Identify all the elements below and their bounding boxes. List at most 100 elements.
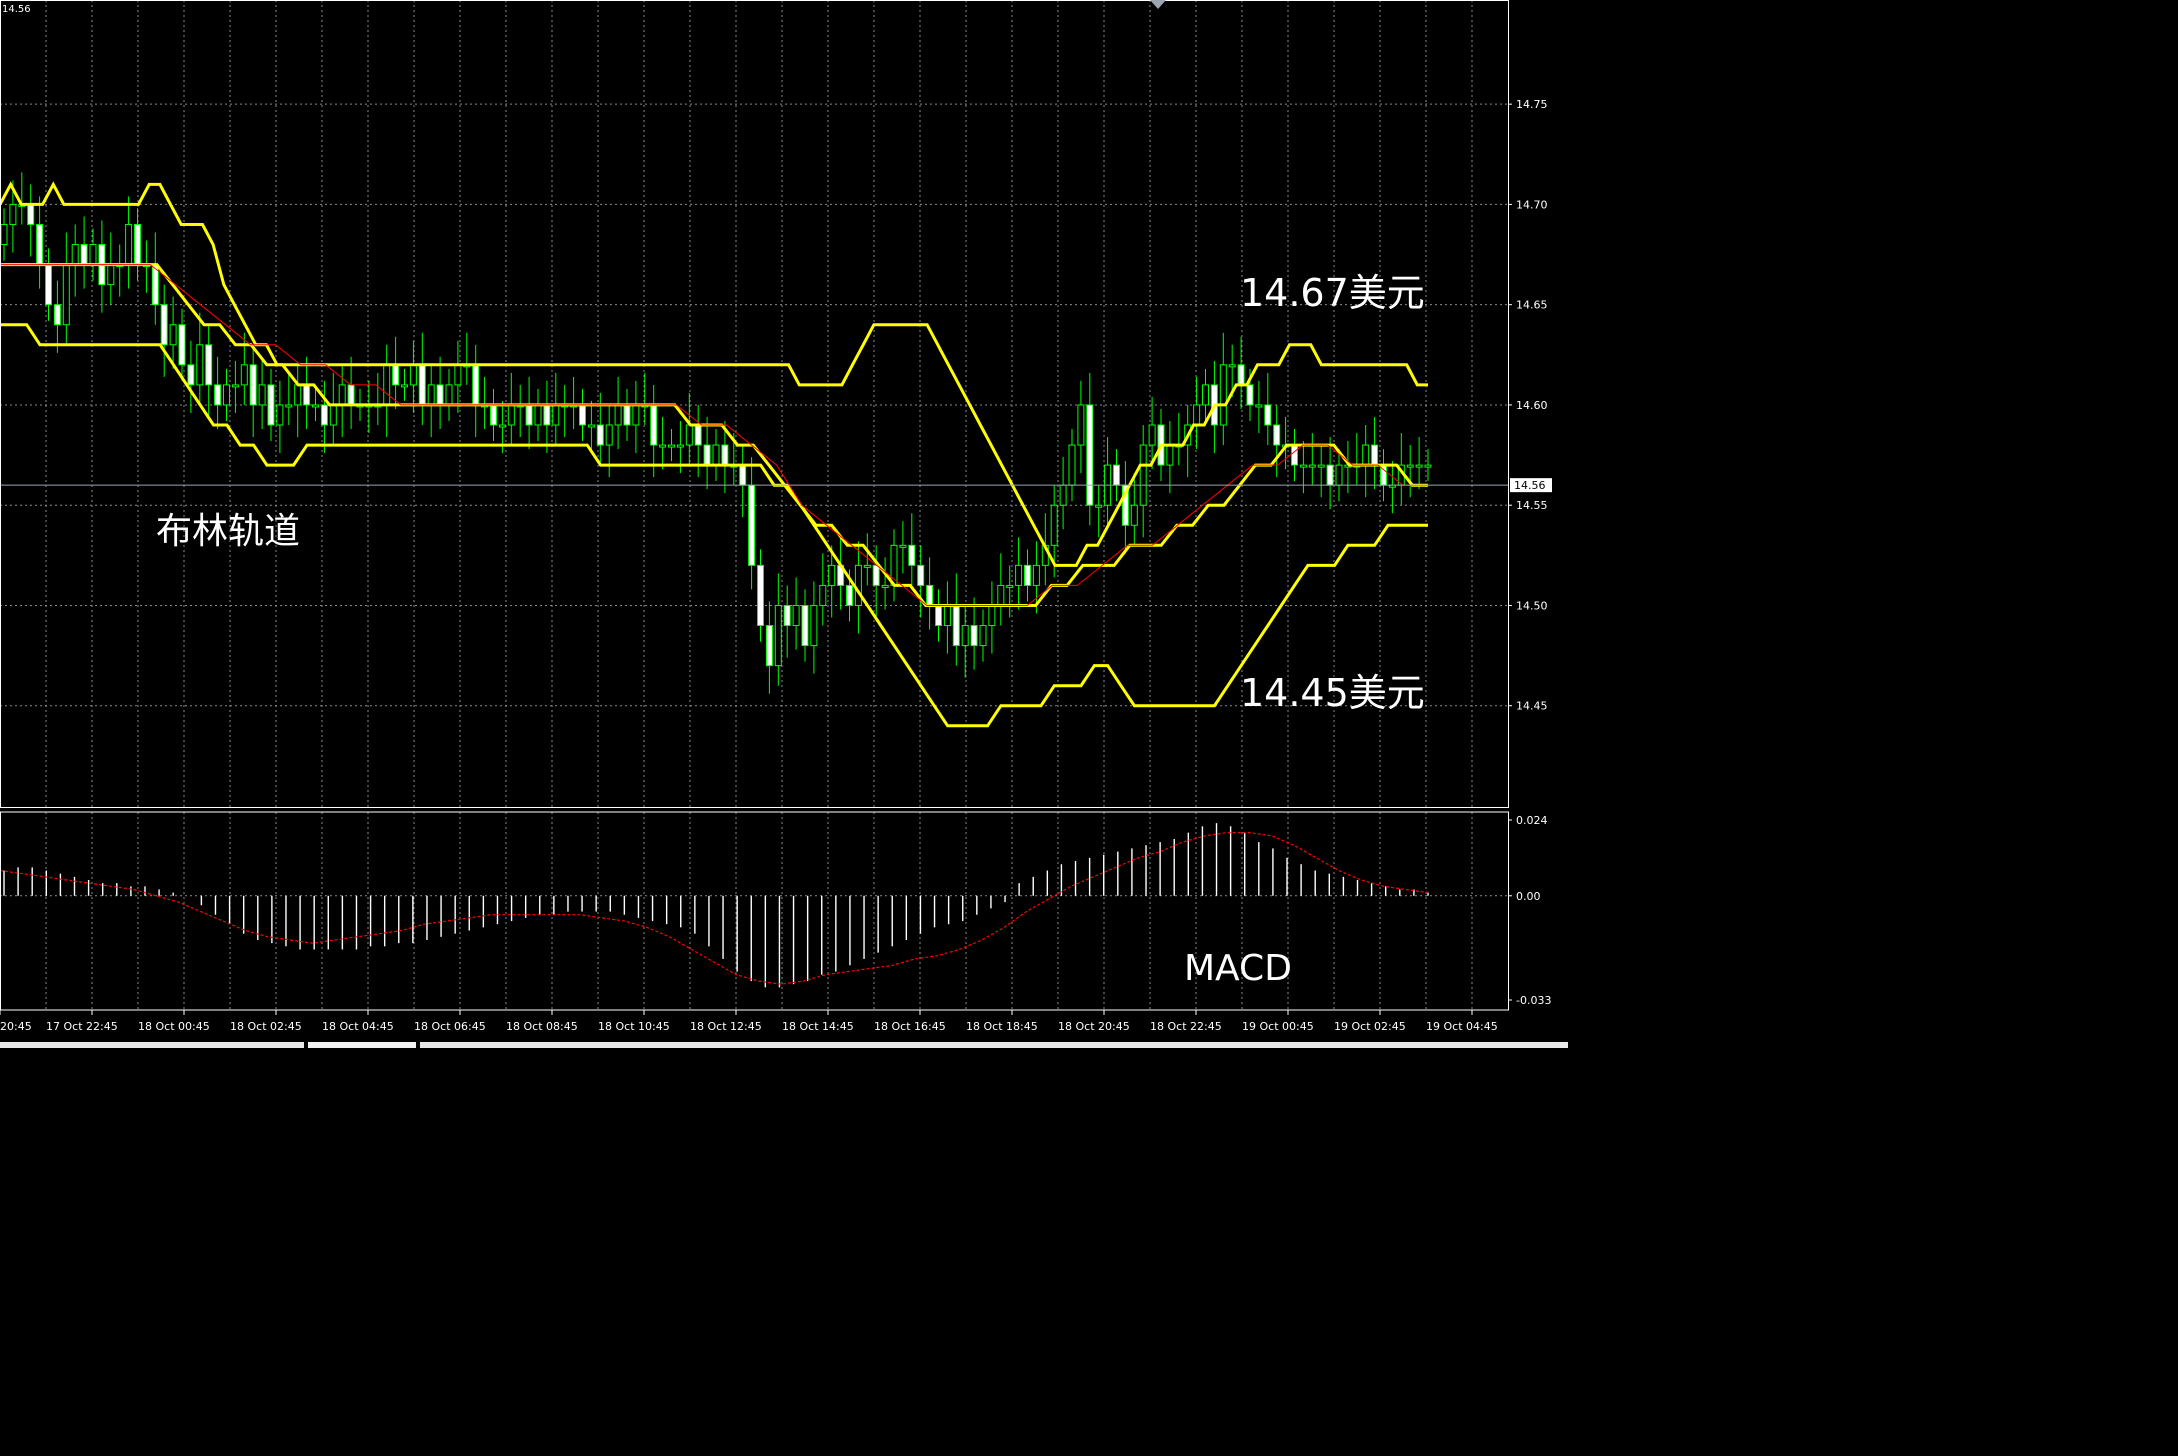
candle-body [294,384,302,406]
current-price-tag-label: 14.56 [1514,479,1546,492]
candle-body [650,404,658,446]
bottom-scrollbar[interactable] [0,1042,1568,1048]
candle-body [401,384,408,388]
candle-body [917,564,925,586]
candle-body [9,203,17,225]
scrollbar-thumb[interactable] [308,1042,416,1048]
candle-body [605,424,613,446]
candle-body [347,384,355,406]
candle-body [1086,404,1094,506]
candle-body [783,604,791,627]
candle-body [1255,404,1263,408]
candle-body [1139,444,1147,506]
candle-body [1237,364,1245,386]
macd-tick-label: 0.00 [1516,890,1541,903]
candle-body [596,424,604,446]
candle-body [854,564,862,606]
candle-body [338,384,346,406]
lower-band-annotation: 14.45美元 [1240,671,1425,715]
candle-body [1326,464,1334,486]
candle-body [409,364,417,386]
candle-body [303,384,311,406]
candle-body [623,404,631,426]
candle-body [1264,404,1272,426]
candle-body [436,384,444,406]
candle-body [1308,464,1316,468]
candle-body [739,464,747,486]
candle-body [1068,444,1076,486]
candle-body [445,384,453,406]
candle-body [1415,464,1423,468]
candle-body [45,264,52,306]
candle-body [80,244,88,266]
candle-body [935,604,942,627]
candle-body [231,384,239,388]
candle-body [205,344,213,386]
candle-body [1371,444,1379,466]
time-tick-label: 18 Oct 18:45 [966,1020,1038,1033]
price-tick-label: 14.65 [1516,299,1548,312]
candle-body [1291,444,1298,466]
candle-body [712,444,720,466]
candle-body [240,364,248,386]
candle-body [926,584,934,606]
time-tick-label: 19 Oct 02:45 [1334,1020,1406,1033]
time-tick-label: 18 Oct 10:45 [598,1020,670,1033]
candle-body [89,244,97,266]
price-tick-label: 14.70 [1516,198,1548,211]
candle-body [525,404,533,426]
candle-body [1219,364,1227,426]
candle-body [997,584,1005,606]
candle-body [134,223,141,266]
candle-body [498,424,506,428]
candle-body [774,604,782,667]
candle-body [1148,424,1156,446]
candle-body [1317,464,1325,468]
candle-body [1166,444,1174,466]
candle-body [285,404,293,408]
time-tick-label: 18 Oct 22:45 [1150,1020,1222,1033]
time-tick-label: 17 Oct 22:45 [46,1020,118,1033]
candle-body [454,364,462,386]
candle-body [1015,564,1023,586]
candle-body [801,604,809,647]
candle-body [418,364,426,406]
candle-body [1193,404,1201,426]
scrollbar-track-right[interactable] [420,1042,1568,1048]
candle-body [187,364,195,386]
candle-body [810,604,818,647]
candle-body [1299,464,1307,468]
time-tick-label: 18 Oct 00:45 [138,1020,210,1033]
price-tick-label: 14.50 [1516,599,1548,612]
candle-body [27,203,35,225]
candle-body [881,584,889,588]
time-tick-label: 19 Oct 04:45 [1426,1020,1498,1033]
price-tick-label: 14.60 [1516,399,1548,412]
candle-body [1006,584,1014,588]
macd-tick-label: 0.024 [1516,814,1548,827]
candle-body [668,444,675,448]
candle-body [267,384,275,426]
candle-body [863,564,871,568]
candle-body [1032,564,1040,586]
time-tick-label: 18 Oct 06:45 [414,1020,486,1033]
scrollbar-track-left[interactable] [0,1042,304,1048]
price-tick-label: 14.75 [1516,98,1548,111]
candle-body [694,424,702,446]
price-tick-label: 14.55 [1516,499,1548,512]
candle-body [846,584,853,606]
candle-body [1024,564,1031,586]
candle-body [552,404,560,426]
candle-body [587,424,595,428]
candle-body [757,564,764,627]
candle-body [36,223,44,266]
candle-body [427,384,435,406]
candle-body [1130,504,1138,526]
candle-body [579,404,586,426]
time-tick-label: 19 Oct 00:45 [1242,1020,1314,1033]
candle-body [472,364,480,406]
time-tick-label: 18 Oct 16:45 [874,1020,946,1033]
candle-body [1335,464,1343,486]
candle-body [1202,384,1209,406]
candle-body [1362,444,1370,466]
